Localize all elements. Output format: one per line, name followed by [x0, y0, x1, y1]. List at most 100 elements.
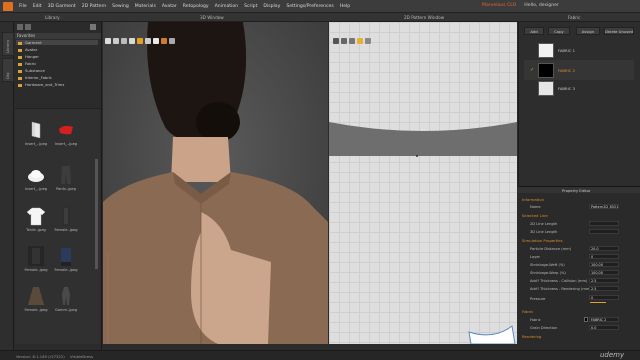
prop-label-thick-render: Add'l Thickness - Rendering (mm) — [530, 287, 591, 291]
prop-value-layer[interactable]: 0 — [589, 254, 619, 259]
polygon-tool-icon[interactable] — [357, 38, 363, 44]
view-mode-icon[interactable] — [90, 24, 96, 30]
folder-icon — [18, 62, 22, 66]
library-item-substance[interactable]: Substance — [18, 68, 45, 73]
thumb-female-2[interactable]: Female..jpeg — [24, 246, 48, 274]
select-tool-icon[interactable] — [105, 38, 111, 44]
library-item-fabric[interactable]: Fabric — [18, 61, 36, 66]
menu-script[interactable]: Script — [244, 4, 257, 9]
rectangle-tool-icon[interactable] — [365, 38, 371, 44]
thumb-insert-3[interactable]: Insert_..jpeg — [24, 165, 48, 193]
fabric-delete-unused-button[interactable]: Delete Unused — [604, 27, 634, 35]
version-label: Version: 8.1.149 (r27322) — [16, 354, 65, 359]
section-fabric[interactable]: Fabric — [522, 309, 533, 314]
library-item-hanger[interactable]: Hanger — [18, 54, 39, 59]
edit-pattern-icon[interactable] — [341, 38, 347, 44]
prop-label-2d-length: 2D Line Length — [530, 222, 558, 226]
library-item-label: Substance — [25, 68, 45, 73]
forward-icon[interactable] — [25, 24, 31, 30]
thumb-female-1[interactable]: Female..jpeg — [54, 206, 78, 234]
library-item-garment[interactable]: Garment — [16, 40, 98, 45]
prop-value-fabric[interactable]: FABRIC 2 — [589, 317, 619, 322]
thumb-tshirt[interactable]: Tshirt..jpeg — [24, 206, 48, 234]
brush-tool-icon[interactable] — [153, 38, 159, 44]
pressure-slider[interactable] — [590, 302, 606, 303]
thumb-insert-1[interactable]: Insert_..jpeg — [24, 120, 48, 148]
back-icon[interactable] — [17, 24, 23, 30]
prop-value-thick-render[interactable]: 2.5 — [589, 286, 619, 291]
menu-3d-garment[interactable]: 3D Garment — [48, 4, 76, 9]
section-selected-line[interactable]: Selected Line — [522, 213, 548, 218]
tab-library-label: Library — [5, 39, 10, 53]
library-scrollbar[interactable] — [95, 159, 98, 269]
user-greeting[interactable]: Hello, designer — [524, 3, 559, 8]
transform-pattern-icon[interactable] — [333, 38, 339, 44]
thumb-pants[interactable]: Pants..jpeg — [54, 165, 78, 193]
section-rendering[interactable]: Rendering — [522, 334, 541, 339]
fabric-add-button[interactable]: Add — [524, 27, 544, 35]
fabric-assign-button[interactable]: Assign — [576, 27, 600, 35]
tab-object-label: Obj — [5, 72, 10, 79]
thumb-female-4[interactable]: Female..jpeg — [24, 286, 48, 314]
fabric-list-item-selected[interactable]: ✓ FABRIC 2 — [524, 60, 634, 80]
tab-library[interactable]: Library — [2, 32, 14, 56]
menu-sewing[interactable]: Sewing — [112, 4, 129, 9]
menu-materials[interactable]: Materials — [135, 4, 156, 9]
prop-value-particle[interactable]: 20.0 — [589, 246, 619, 251]
menu-display[interactable]: Display — [263, 4, 280, 9]
avatar-thumbnail — [28, 246, 44, 266]
favorites-header[interactable]: Favorites — [15, 33, 101, 39]
measure-tool-icon[interactable] — [169, 38, 175, 44]
menu-avatar[interactable]: Avatar — [162, 4, 177, 9]
hair-bun — [196, 102, 240, 142]
status-right-label: VisibleDress — [70, 354, 94, 359]
prop-value-shrink-weft[interactable]: 100.00 — [589, 262, 619, 267]
neck — [171, 137, 231, 182]
prop-value-name[interactable]: Pattern2D_852172 — [589, 204, 619, 209]
thumb-caption: Insert_..jpeg — [24, 187, 48, 191]
pattern-canvas — [329, 122, 517, 344]
section-simulation[interactable]: Simulation Properties — [522, 238, 563, 243]
library-item-avatar[interactable]: Avatar — [18, 47, 37, 52]
fabric-list-item[interactable]: FABRIC 1 — [524, 40, 634, 60]
thumb-gamm[interactable]: Gamm..jpeg — [54, 286, 78, 314]
menu-2d-pattern[interactable]: 2D Pattern — [82, 4, 106, 9]
3d-toolbar — [103, 38, 183, 46]
folder-icon — [18, 41, 22, 45]
fabric-copy-button[interactable]: Copy — [548, 27, 570, 35]
menu-file[interactable]: File — [19, 4, 27, 9]
2d-pattern-viewport[interactable] — [329, 22, 517, 344]
prop-label-fabric: Fabric — [530, 318, 541, 322]
move-tool-icon[interactable] — [113, 38, 119, 44]
edit-curve-icon[interactable] — [349, 38, 355, 44]
prop-value-pressure[interactable]: 0 — [589, 295, 619, 300]
simulate-icon[interactable] — [137, 38, 143, 44]
fabric-list-item[interactable]: FABRIC 3 — [524, 78, 634, 98]
menu-animation[interactable]: Animation — [215, 4, 238, 9]
section-information[interactable]: Information — [522, 197, 544, 202]
tack-tool-icon[interactable] — [121, 38, 127, 44]
prop-value-3d-length[interactable] — [589, 229, 619, 234]
library-item-interior-fabric[interactable]: Interior_Fabric — [18, 75, 52, 80]
tab-object[interactable]: Obj — [2, 58, 14, 82]
account-area: Marvelous CLO Hello, designer — [482, 3, 559, 8]
thumb-insert-2[interactable]: Insert_..jpeg — [54, 120, 78, 148]
pin-tool-icon[interactable] — [145, 38, 151, 44]
pane-title-strip — [0, 13, 640, 22]
prop-value-2d-length[interactable] — [589, 221, 619, 226]
prop-value-thick-collision[interactable]: 2.5 — [589, 278, 619, 283]
avatar-tool-icon[interactable] — [161, 38, 167, 44]
library-item-hardware[interactable]: Hardware_and_Trims — [18, 82, 64, 87]
prop-value-grain[interactable]: 0.0 — [589, 325, 619, 330]
fold-tool-icon[interactable] — [129, 38, 135, 44]
menu-retopology[interactable]: Retopology — [183, 4, 209, 9]
menu-edit[interactable]: Edit — [33, 4, 42, 9]
prop-value-shrink-warp[interactable]: 100.00 — [589, 270, 619, 275]
fabric-swatch — [538, 81, 554, 96]
thumb-female-3[interactable]: Female..jpeg — [54, 246, 78, 274]
prop-label-name: Name — [530, 205, 541, 209]
thumb-caption: Tshirt..jpeg — [26, 228, 46, 232]
menu-settings[interactable]: Settings/Preferences — [286, 4, 333, 9]
menu-help[interactable]: Help — [340, 4, 350, 9]
3d-viewport[interactable] — [103, 22, 328, 344]
